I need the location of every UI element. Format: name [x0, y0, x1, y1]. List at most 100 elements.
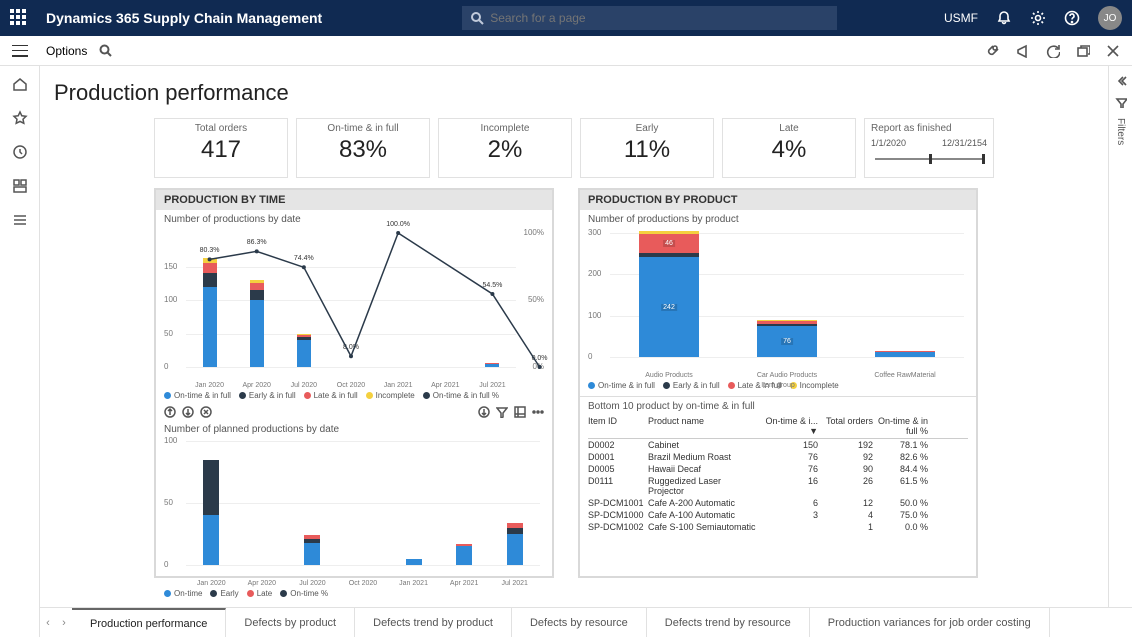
announce-icon[interactable] — [1016, 44, 1030, 58]
legend-item[interactable]: On-time & in full — [588, 381, 655, 390]
nav-toggle-icon[interactable] — [12, 45, 28, 57]
table-row[interactable]: SP-DCM1002Cafe S-100 Semiautomatic10.0 % — [588, 521, 968, 533]
bar-segment[interactable] — [203, 515, 219, 565]
kpi-label: On-time & in full — [297, 123, 429, 134]
filter-icon[interactable] — [1115, 96, 1127, 108]
bar-segment[interactable] — [203, 460, 219, 516]
recent-icon[interactable] — [12, 144, 28, 160]
drill-up-icon[interactable] — [164, 406, 176, 418]
drill-mode-icon[interactable] — [478, 406, 490, 418]
chart-subtitle: Number of productions by date — [156, 210, 552, 225]
table-row[interactable]: SP-DCM1001Cafe A-200 Automatic61250.0 % — [588, 497, 968, 509]
chart-planned-by-date[interactable]: 050100Jan 2020Apr 2020Jul 2020Oct 2020Ja… — [164, 437, 544, 577]
legend-item[interactable]: On-time — [164, 589, 202, 598]
help-icon[interactable] — [1064, 10, 1080, 26]
legend-item[interactable]: Late & in full — [304, 391, 358, 400]
refresh-icon[interactable] — [1046, 44, 1060, 58]
bar-segment[interactable] — [757, 321, 817, 323]
bar-segment[interactable] — [875, 351, 935, 352]
bar-segment[interactable] — [507, 523, 523, 528]
focus-icon[interactable] — [514, 406, 526, 418]
table-row[interactable]: D0111Ruggedized Laser Projector162661.5 … — [588, 475, 968, 497]
kpi-total-orders[interactable]: Total orders417 — [154, 118, 288, 178]
table-row[interactable]: SP-DCM1000Cafe A-100 Automatic3475.0 % — [588, 509, 968, 521]
kpi-on-time[interactable]: On-time & in full83% — [296, 118, 430, 178]
bar-segment[interactable] — [757, 320, 817, 321]
kpi-incomplete[interactable]: Incomplete2% — [438, 118, 572, 178]
kpi-value: 11% — [581, 136, 713, 164]
close-icon[interactable] — [1106, 44, 1120, 58]
bar-segment[interactable] — [639, 231, 699, 234]
kpi-report-finished[interactable]: Report as finished 1/1/202012/31/2154 — [864, 118, 994, 178]
chart-productions-by-date[interactable]: 0501001500%50%100%Jan 2020Apr 2020Jul 20… — [164, 229, 544, 379]
collapse-icon[interactable] — [1115, 74, 1127, 86]
global-search[interactable] — [462, 6, 837, 30]
tab-scroll-right[interactable]: › — [56, 608, 72, 637]
filter-icon[interactable] — [496, 406, 508, 418]
tab-production-variances-for-job-order-costing[interactable]: Production variances for job order costi… — [810, 608, 1050, 637]
kpi-late[interactable]: Late 4% — [722, 118, 856, 178]
legend-item[interactable]: Early & in full — [239, 391, 296, 400]
panel-title: PRODUCTION BY PRODUCT — [580, 190, 976, 210]
modules-icon[interactable] — [12, 212, 28, 228]
bar-segment[interactable] — [406, 559, 422, 565]
app-header: Dynamics 365 Supply Chain Management USM… — [0, 0, 1132, 36]
table-subtitle: Bottom 10 product by on-time & in full — [580, 396, 976, 412]
table-header: Item IDProduct nameOn-time & i... ▼Total… — [588, 416, 968, 439]
favorites-icon[interactable] — [12, 110, 28, 126]
table-row[interactable]: D0001Brazil Medium Roast769282.6 % — [588, 451, 968, 463]
bar-segment[interactable] — [639, 253, 699, 257]
bar-segment[interactable] — [456, 546, 472, 565]
page-search-icon[interactable] — [99, 44, 112, 57]
home-icon[interactable] — [12, 76, 28, 92]
legend-item[interactable]: On-time % — [280, 589, 328, 598]
tab-production-performance[interactable]: Production performance — [72, 608, 226, 637]
bar-segment[interactable] — [304, 543, 320, 565]
legend-item[interactable]: Early — [210, 589, 238, 598]
bar-segment[interactable] — [456, 544, 472, 546]
bar-segment[interactable] — [757, 324, 817, 326]
user-avatar[interactable]: JO — [1098, 6, 1122, 30]
table-row[interactable]: D0005Hawaii Decaf769084.4 % — [588, 463, 968, 475]
kpi-value: 417 — [155, 136, 287, 164]
more-icon[interactable] — [532, 406, 544, 418]
tab-scroll-left[interactable]: ‹ — [40, 608, 56, 637]
chart-productions-by-product[interactable]: 010020030024246Audio Products76Car Audio… — [588, 229, 968, 369]
gear-icon[interactable] — [1030, 10, 1046, 26]
tab-defects-by-resource[interactable]: Defects by resource — [512, 608, 647, 637]
chart-subtitle: Number of productions by product — [580, 210, 976, 225]
legend-item[interactable]: Early & in full — [663, 381, 720, 390]
tab-defects-by-product[interactable]: Defects by product — [226, 608, 355, 637]
filters-label[interactable]: Filters — [1115, 118, 1126, 145]
tab-defects-trend-by-resource[interactable]: Defects trend by resource — [647, 608, 810, 637]
kpi-early[interactable]: Early11% — [580, 118, 714, 178]
legend-item[interactable]: Incomplete — [366, 391, 415, 400]
search-input[interactable] — [490, 11, 829, 25]
bar-segment[interactable] — [304, 539, 320, 543]
table-row[interactable]: D0002Cabinet15019278.1 % — [588, 439, 968, 451]
app-launcher-icon[interactable] — [10, 9, 28, 27]
legend-item[interactable]: Incomplete — [790, 381, 839, 390]
bell-icon[interactable] — [996, 10, 1012, 26]
tab-defects-trend-by-product[interactable]: Defects trend by product — [355, 608, 512, 637]
attachments-icon[interactable] — [986, 44, 1000, 58]
action-bar: Options — [0, 36, 1132, 66]
company-picker[interactable]: USMF — [944, 11, 978, 25]
bar-segment[interactable] — [875, 352, 935, 357]
workspaces-icon[interactable] — [12, 178, 28, 194]
legend-item[interactable]: On-time & in full — [164, 391, 231, 400]
kpi-value: 4% — [723, 136, 855, 164]
popout-icon[interactable] — [1076, 44, 1090, 58]
expand-icon[interactable] — [200, 406, 212, 418]
kpi-label: Late — [723, 123, 855, 134]
bottom-products-table[interactable]: Item IDProduct nameOn-time & i... ▼Total… — [580, 412, 976, 537]
drill-down-icon[interactable] — [182, 406, 194, 418]
bar-segment[interactable] — [304, 535, 320, 539]
legend-item[interactable]: On-time & in full % — [423, 391, 499, 400]
legend-item[interactable]: Late — [247, 589, 273, 598]
date-slider[interactable] — [871, 152, 987, 166]
options-menu[interactable]: Options — [46, 44, 87, 58]
panel-production-by-time: PRODUCTION BY TIME Number of productions… — [154, 188, 554, 578]
bar-segment[interactable] — [507, 528, 523, 534]
bar-segment[interactable] — [507, 534, 523, 565]
